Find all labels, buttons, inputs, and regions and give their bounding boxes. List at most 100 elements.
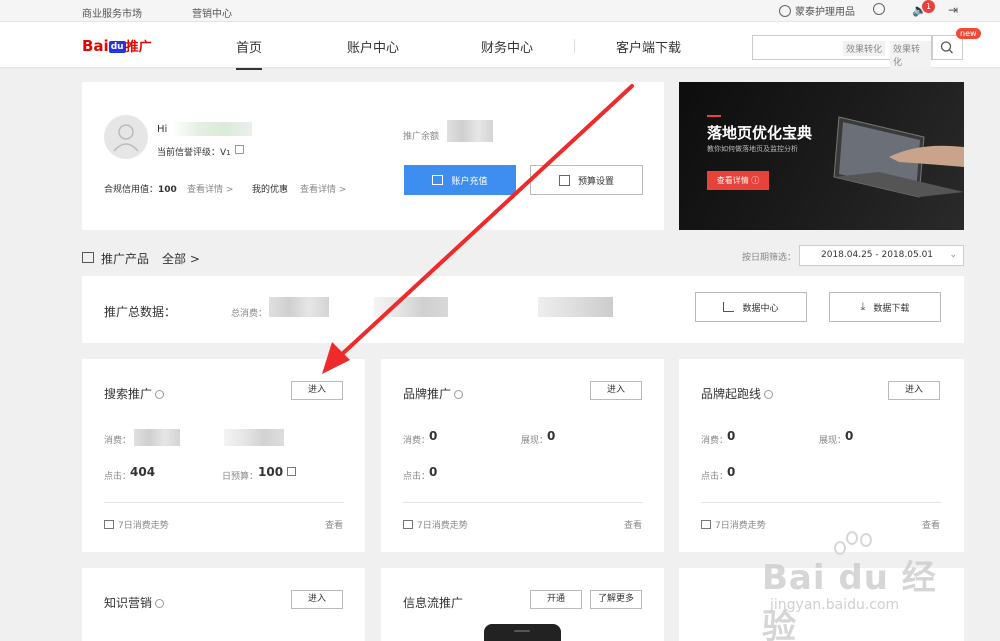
clicks-value: 0 — [727, 465, 736, 479]
chart-icon — [82, 252, 94, 263]
account-card: Hi 当前信誉评级：V1 合规信用值：100 查看详情 > 我的优惠 查看详情 … — [82, 82, 664, 230]
trend-link[interactable]: 7日消费走势 — [403, 518, 468, 531]
learn-more-button[interactable]: 了解更多 — [590, 590, 642, 609]
blurred-value — [134, 429, 180, 446]
watermark-url: jingyan.baidu.com — [770, 597, 900, 613]
view-link[interactable]: 查看 — [922, 518, 940, 531]
link-marketing-center[interactable]: 营销中心 — [192, 5, 232, 20]
nav-finance-center[interactable]: 财务中心 — [481, 37, 533, 56]
date-range-select[interactable]: 2018.04.25 - 2018.05.01 ⌄ — [799, 245, 964, 266]
impressions-value: 0 — [547, 429, 556, 443]
data-download-button[interactable]: ⤓ 数据下载 — [829, 292, 941, 322]
edit-icon — [558, 174, 570, 186]
spend-label: 消费： — [701, 436, 729, 446]
nav-separator — [574, 39, 575, 53]
blurred-value — [374, 297, 448, 317]
main-header: Bai du 推广 首页 账户中心 财务中心 客户端下载 效果转化 效果转化 new — [0, 22, 1000, 70]
phone-image — [484, 624, 561, 641]
card-title: 知识营销 — [104, 594, 165, 611]
enter-button[interactable]: 进入 — [888, 381, 940, 400]
search-promotion-card: 搜索推广 进入 消费： 点击： 404 日预算： 100 7日消费走势 查看 — [82, 359, 365, 552]
search-tag[interactable]: 效果转化 — [890, 41, 931, 69]
help-icon[interactable] — [873, 3, 885, 15]
spend-label: 消费： — [403, 436, 431, 446]
user-icon — [113, 124, 139, 152]
daily-budget-value: 100 — [258, 465, 284, 479]
download-icon: ⤓ — [860, 300, 866, 313]
search-button[interactable] — [932, 35, 963, 60]
laptop-image — [833, 116, 964, 198]
trend-link[interactable]: 7日消费走势 — [104, 518, 169, 531]
link-business-market[interactable]: 商业服务市场 — [82, 5, 142, 20]
clicks-value: 0 — [429, 465, 438, 479]
impressions-label: 展现： — [819, 436, 847, 446]
open-button[interactable]: 开通 — [530, 590, 582, 609]
banner-subtitle: 教你如何做落地页及监控分析 — [707, 145, 798, 153]
blurred-value — [224, 429, 284, 446]
budget-settings-button[interactable]: 预算设置 — [530, 165, 643, 195]
chart-icon — [403, 520, 413, 529]
blurred-value — [269, 297, 329, 317]
new-badge: new — [956, 28, 981, 39]
spend-value: 0 — [429, 429, 438, 443]
brand-starting-line-card: 品牌起跑线 进入 消费： 0 展现： 0 点击： 0 7日消费走势 查看 — [679, 359, 964, 552]
chart-icon — [104, 520, 114, 529]
gear-icon[interactable] — [764, 390, 774, 399]
nav-home[interactable]: 首页 — [236, 37, 263, 70]
totals-card: 推广总数据： 总消费： 数据中心 ⤓ 数据下载 — [82, 276, 964, 343]
spend-label: 消费： — [104, 436, 132, 446]
view-details-link[interactable]: 查看详情 > — [187, 182, 233, 195]
clicks-label: 点击： — [104, 472, 132, 482]
user-menu[interactable]: 蒙泰护理用品 — [779, 3, 855, 18]
balance-label: 推广余额 — [403, 132, 440, 142]
card-title: 品牌起跑线 — [701, 385, 774, 402]
recharge-button[interactable]: 账户充值 — [404, 165, 516, 195]
top-bar: 商业服务市场 营销中心 蒙泰护理用品 🔈 ⇥ — [0, 0, 1000, 22]
impressions-label: 展现： — [521, 436, 549, 446]
enter-button[interactable]: 进入 — [291, 381, 343, 400]
gear-icon[interactable] — [155, 390, 165, 399]
logout-icon[interactable]: ⇥ — [948, 3, 958, 17]
gear-icon[interactable] — [155, 599, 165, 608]
clicks-label: 点击： — [403, 472, 431, 482]
nav-account-center[interactable]: 账户中心 — [347, 37, 399, 56]
watermark-logo: Bai du 经验 — [762, 558, 937, 641]
card-title: 搜索推广 — [104, 385, 165, 402]
view-link[interactable]: 查看 — [624, 518, 642, 531]
greeting: Hi — [157, 124, 168, 135]
banner-cta-button[interactable]: 查看详情 ⓘ — [707, 171, 769, 190]
daily-budget-label: 日预算： — [222, 472, 259, 482]
info-icon[interactable] — [235, 145, 244, 154]
brand-promotion-card: 品牌推广 进入 消费： 0 展现： 0 点击： 0 7日消费走势 查看 — [381, 359, 664, 552]
search-icon — [940, 41, 953, 54]
spend-value: 0 — [727, 429, 736, 443]
notification-badge: 1 — [922, 0, 935, 13]
gear-icon[interactable] — [454, 390, 464, 399]
search-tag[interactable]: 效果转化 — [843, 41, 886, 56]
blurred-username — [172, 122, 252, 136]
view-details-link[interactable]: 查看详情 > — [300, 182, 346, 195]
nav-client-download[interactable]: 客户端下载 — [616, 37, 681, 56]
chart-icon — [701, 520, 711, 529]
view-link[interactable]: 查看 — [325, 518, 343, 531]
knowledge-marketing-card: 知识营销 进入 — [82, 568, 365, 641]
clicks-label: 点击： — [701, 472, 729, 482]
my-offers-label: 我的优惠 — [252, 185, 289, 195]
data-center-button[interactable]: 数据中心 — [695, 292, 807, 322]
impressions-value: 0 — [845, 429, 854, 443]
chevron-down-icon: ⌄ — [949, 250, 957, 260]
edit-icon[interactable] — [287, 467, 296, 476]
card-title: 品牌推广 — [403, 385, 464, 402]
banner-landing-page[interactable]: 落地页优化宝典 教你如何做落地页及监控分析 查看详情 ⓘ — [679, 82, 964, 230]
avatar — [104, 115, 148, 159]
enter-button[interactable]: 进入 — [291, 590, 343, 609]
compliance-score: 合规信用值：100 — [104, 185, 177, 195]
all-products-link[interactable]: 全部 > — [162, 250, 200, 267]
trend-link[interactable]: 7日消费走势 — [701, 518, 766, 531]
search-input[interactable]: 效果转化 效果转化 — [752, 35, 932, 69]
clicks-value: 404 — [130, 465, 156, 479]
credit-level: 当前信誉评级：V1 — [157, 148, 231, 158]
blurred-value — [538, 297, 613, 317]
baidu-tuiguang-logo[interactable]: Bai du 推广 — [82, 36, 152, 55]
enter-button[interactable]: 进入 — [590, 381, 642, 400]
